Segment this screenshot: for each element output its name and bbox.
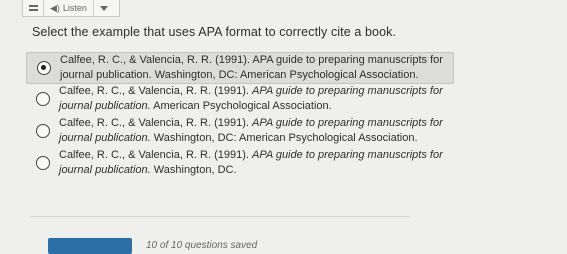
radio-button-selected[interactable] <box>37 61 51 75</box>
speaker-icon: ◀) <box>50 2 60 13</box>
reader-toolbar: ◀) Listen <box>22 0 120 17</box>
menu-icon[interactable] <box>23 0 44 16</box>
listen-button[interactable]: ◀) Listen <box>44 0 94 16</box>
answer-option-4[interactable]: Calfee, R. C., & Valencia, R. R. (1991).… <box>26 148 454 180</box>
answer-options: Calfee, R. C., & Valencia, R. R. (1991).… <box>26 52 454 180</box>
answer-option-3[interactable]: Calfee, R. C., & Valencia, R. R. (1991).… <box>26 116 454 148</box>
radio-button[interactable] <box>36 156 50 170</box>
answer-option-1[interactable]: Calfee, R. C., & Valencia, R. R. (1991).… <box>26 52 454 84</box>
listen-label: Listen <box>62 3 87 13</box>
submit-button[interactable] <box>48 238 132 254</box>
chevron-down-icon[interactable] <box>99 5 108 11</box>
answer-option-2[interactable]: Calfee, R. C., & Valencia, R. R. (1991).… <box>26 84 454 116</box>
question-prompt: Select the example that uses APA format … <box>32 25 397 39</box>
radio-button[interactable] <box>36 124 50 138</box>
divider <box>30 216 410 217</box>
saved-status: 10 of 10 questions saved <box>146 240 258 251</box>
radio-button[interactable] <box>36 92 50 106</box>
